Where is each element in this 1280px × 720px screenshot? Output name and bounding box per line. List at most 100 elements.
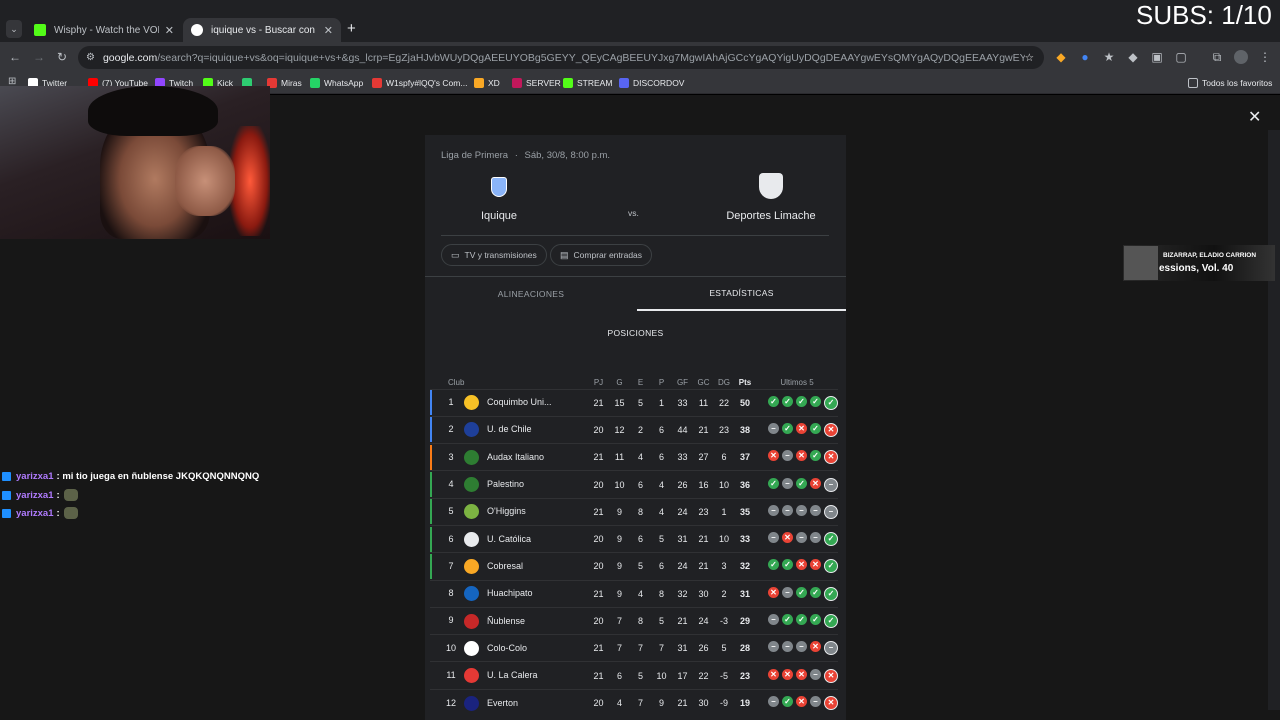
draw-dash-icon[interactable]: – (782, 504, 793, 516)
draw-dash-icon[interactable]: – (782, 641, 793, 653)
address-bar[interactable]: ⚙ google.com/search?q=iquique+vs&oq=iqui… (78, 46, 1044, 69)
home-team-name[interactable]: Iquique (449, 210, 549, 222)
loss-x-icon[interactable]: ✕ (810, 559, 821, 571)
club-cell[interactable]: 6 U. Católica (442, 524, 588, 553)
loss-x-icon[interactable]: ✕ (824, 450, 838, 465)
win-check-icon[interactable]: ✓ (810, 422, 821, 434)
extension-diamond-icon[interactable]: ◆ (1126, 50, 1140, 64)
win-check-icon[interactable]: ✓ (782, 696, 793, 708)
club-cell[interactable]: 3 Audax Italiano (442, 443, 588, 471)
site-info-icon[interactable]: ⚙ (86, 52, 95, 63)
scrollbar[interactable] (1268, 130, 1280, 710)
league-name[interactable]: Liga de Primera (441, 150, 508, 161)
draw-dash-icon[interactable]: – (768, 614, 779, 626)
win-check-icon[interactable]: ✓ (796, 586, 807, 598)
win-check-icon[interactable]: ✓ (810, 614, 821, 626)
loss-x-icon[interactable]: ✕ (824, 422, 838, 437)
win-check-icon[interactable]: ✓ (768, 477, 779, 489)
loss-x-icon[interactable]: ✕ (796, 422, 807, 434)
draw-dash-icon[interactable]: – (768, 504, 779, 516)
draw-dash-icon[interactable]: – (782, 477, 793, 489)
table-row[interactable]: 4 Palestino 20 10 6 4 26 16 10 36 ✓ – ✓ ✕ – (430, 470, 838, 499)
bookmark-item[interactable]: WhatsApp (310, 76, 363, 90)
club-cell[interactable]: 2 U. de Chile (442, 415, 588, 444)
loss-x-icon[interactable]: ✕ (796, 559, 807, 571)
bookmark-item[interactable]: STREAM (563, 76, 612, 90)
club-cell[interactable]: 12 Everton (442, 688, 588, 717)
draw-dash-icon[interactable]: – (768, 696, 779, 708)
table-row[interactable]: 10 Colo-Colo 21 7 7 7 31 26 5 28– – – ✕ – (430, 634, 838, 662)
bookmark-star-icon[interactable]: ☆ (1025, 52, 1034, 64)
win-check-icon[interactable]: ✓ (824, 586, 838, 601)
loss-x-icon[interactable]: ✕ (810, 477, 821, 489)
reload-icon[interactable]: ↻ (55, 50, 69, 64)
win-check-icon[interactable]: ✓ (782, 422, 793, 434)
away-team-crest-icon[interactable] (759, 173, 783, 199)
win-check-icon[interactable]: ✓ (768, 559, 779, 571)
bookmark-item[interactable]: DISCORDOV (619, 76, 684, 90)
win-check-icon[interactable]: ✓ (782, 614, 793, 626)
profile-avatar[interactable] (1234, 50, 1248, 64)
draw-dash-icon[interactable]: – (824, 504, 838, 519)
table-row[interactable]: 6 U. Católica 20 9 6 5 31 21 10 33– ✕ – – ✓ (430, 524, 838, 553)
draw-dash-icon[interactable]: – (810, 696, 821, 708)
draw-dash-icon[interactable]: – (824, 477, 838, 492)
club-cell[interactable]: 8 Huachipato (442, 579, 588, 608)
close-tab-icon[interactable]: ✕ (165, 24, 174, 37)
loss-x-icon[interactable]: ✕ (782, 532, 793, 544)
win-check-icon[interactable]: ✓ (782, 395, 793, 407)
tv-broadcasts-chip[interactable]: ▭ TV y transmisiones (441, 244, 547, 266)
draw-dash-icon[interactable]: – (782, 586, 793, 598)
draw-dash-icon[interactable]: – (796, 641, 807, 653)
bookmark-item[interactable]: W1spfy#lQQ's Com... (372, 76, 467, 90)
loss-x-icon[interactable]: ✕ (824, 668, 838, 683)
draw-dash-icon[interactable]: – (796, 504, 807, 516)
win-check-icon[interactable]: ✓ (824, 559, 838, 574)
table-row[interactable]: 7 Cobresal 20 9 5 6 24 21 3 32 ✓ ✓ ✕ ✕ ✓ (430, 552, 838, 581)
extensions-puzzle-icon[interactable]: ⧉ (1210, 50, 1224, 64)
away-team-name[interactable]: Deportes Limache (716, 210, 826, 222)
all-bookmarks-folder[interactable]: Todos los favoritos (1188, 76, 1272, 90)
draw-dash-icon[interactable]: – (810, 504, 821, 516)
draw-dash-icon[interactable]: – (810, 532, 821, 544)
close-overlay-icon[interactable]: ✕ (1248, 107, 1261, 127)
table-row[interactable]: 9 Ñublense 20 7 8 5 21 24 -3 29– ✓ ✓ ✓ ✓ (430, 606, 838, 635)
extension-shield-icon[interactable]: ◆ (1054, 50, 1068, 64)
draw-dash-icon[interactable]: – (768, 641, 779, 653)
table-row[interactable]: 5 O'Higgins 21 9 8 4 24 23 1 35– – – – – (430, 497, 838, 526)
bookmark-item[interactable]: XD (474, 76, 500, 90)
loss-x-icon[interactable]: ✕ (796, 696, 807, 708)
loss-x-icon[interactable]: ✕ (768, 586, 779, 598)
loss-x-icon[interactable]: ✕ (824, 696, 838, 711)
win-check-icon[interactable]: ✓ (796, 395, 807, 407)
draw-dash-icon[interactable]: – (824, 641, 838, 656)
win-check-icon[interactable]: ✓ (824, 395, 838, 410)
win-check-icon[interactable]: ✓ (824, 614, 838, 629)
win-check-icon[interactable]: ✓ (810, 450, 821, 462)
win-check-icon[interactable]: ✓ (824, 532, 838, 547)
win-check-icon[interactable]: ✓ (810, 586, 821, 598)
tab-lineups[interactable]: ALINEACIONES (425, 277, 637, 311)
win-check-icon[interactable]: ✓ (782, 559, 793, 571)
table-row[interactable]: 8 Huachipato 21 9 4 8 32 30 2 31 ✕ – ✓ ✓ ✓ (430, 579, 838, 608)
club-cell[interactable]: 4 Palestino (442, 470, 588, 499)
table-row[interactable]: 2 U. de Chile 20 12 2 6 44 21 23 38– ✓ ✕ ✓ ✕ (430, 415, 838, 444)
close-tab-icon[interactable]: ✕ (324, 24, 333, 37)
table-row[interactable]: 12 Everton 20 4 7 9 21 30 -9 19– ✓ ✕ – ✕ (430, 688, 838, 717)
home-team-crest-icon[interactable] (491, 177, 507, 197)
win-check-icon[interactable]: ✓ (810, 395, 821, 407)
club-cell[interactable]: 11 U. La Calera (442, 661, 588, 690)
extension-camera-icon[interactable]: ▢ (1174, 50, 1188, 64)
new-tab-plus-icon[interactable]: + (347, 20, 356, 37)
draw-dash-icon[interactable]: – (768, 422, 779, 434)
bookmark-item[interactable]: Miras (267, 76, 302, 90)
loss-x-icon[interactable]: ✕ (768, 668, 779, 680)
buy-tickets-chip[interactable]: ▤ Comprar entradas (550, 244, 653, 266)
tab-statistics[interactable]: ESTADÍSTICAS (637, 277, 846, 311)
extension-blue-icon[interactable]: ● (1078, 50, 1092, 64)
table-row[interactable]: 1 Coquimbo Uni... 21 15 5 1 33 11 22 50 ✓ ✓ ✓ ✓ ✓ (430, 388, 838, 417)
menu-kebab-icon[interactable]: ⋮ (1258, 50, 1272, 64)
club-cell[interactable]: 7 Cobresal (442, 552, 588, 581)
tab-kick-vod[interactable]: Wisphy - Watch the VOD on Ki ✕ (26, 18, 182, 42)
extension-star-icon[interactable]: ★ (1102, 50, 1116, 64)
